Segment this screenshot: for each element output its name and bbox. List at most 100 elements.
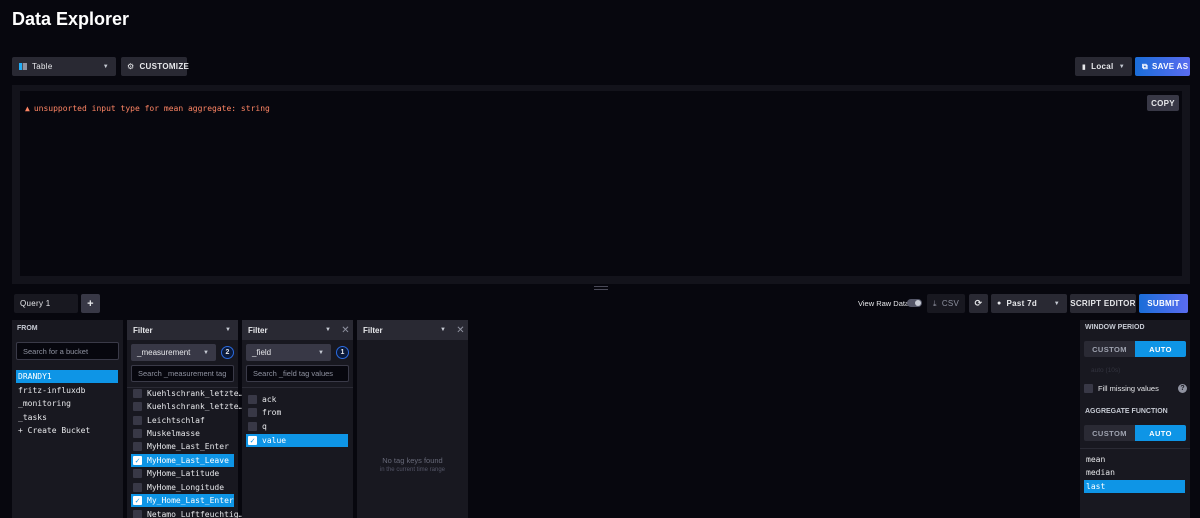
checkbox (248, 408, 257, 417)
aggregate-custom-button[interactable]: CUSTOM (1084, 425, 1135, 441)
tag-value-label: value (262, 436, 287, 445)
tag-value-item[interactable]: Kuehlschrank_letzte… (132, 387, 243, 400)
query-tab[interactable]: Query 1 (14, 294, 78, 313)
aggregate-auto-button[interactable]: AUTO (1135, 425, 1186, 441)
tag-value-item[interactable]: ✓ My_Home_Last_Enter (131, 494, 234, 507)
checkbox (248, 395, 257, 404)
csv-button[interactable]: ⤓ CSV (927, 294, 965, 313)
view-type-label: Table (32, 62, 53, 71)
tag-search-input[interactable]: Search _measurement tag (131, 365, 234, 382)
bucket-search-input[interactable]: Search for a bucket (16, 342, 119, 360)
tag-value-item[interactable]: Leichtschlaf (132, 414, 233, 427)
checkmark-icon: ✓ (133, 456, 142, 465)
query-tab-label: Query 1 (20, 299, 51, 308)
window-period-toggle: CUSTOM AUTO (1084, 341, 1186, 357)
tag-value-label: from (262, 408, 282, 417)
submit-button[interactable]: SUBMIT (1139, 294, 1188, 313)
save-as-button[interactable]: ⧉ SAVE AS (1135, 57, 1190, 76)
filter-panel-field: Filter ▼ ✕ _field ▼ 1 Search _field tag … (242, 320, 353, 518)
function-item[interactable]: mean (1086, 453, 1105, 466)
create-bucket-label: + Create Bucket (18, 426, 91, 435)
tag-search-placeholder: Search _field tag values (253, 369, 334, 378)
tag-value-item[interactable]: ✓ MyHome_Last_Leave (131, 454, 234, 467)
timezone-dropdown[interactable]: ▮ Local ▼ (1075, 57, 1132, 76)
bucket-label: DRANDY1 (18, 372, 52, 381)
page-title: Data Explorer (12, 9, 130, 29)
fill-missing-checkbox[interactable]: Fill missing values (1084, 384, 1159, 393)
copy-button[interactable]: COPY (1147, 95, 1179, 111)
window-auto-button[interactable]: AUTO (1135, 341, 1186, 357)
function-item[interactable]: median (1086, 466, 1115, 479)
window-custom-button[interactable]: CUSTOM (1084, 341, 1135, 357)
tag-value-item[interactable]: q (247, 420, 348, 433)
help-icon[interactable]: ? (1178, 384, 1187, 393)
timezone-label: Local (1091, 62, 1114, 71)
view-raw-toggle[interactable] (907, 299, 922, 307)
filter-panel-measurement: Filter ▼ _measurement ▼ 2 Search _measur… (127, 320, 243, 518)
filter-header-label: Filter (248, 325, 268, 335)
refresh-button[interactable]: ⟳ (969, 294, 988, 313)
tag-search-input[interactable]: Search _field tag values (246, 365, 349, 382)
download-icon: ⤓ (933, 298, 937, 308)
checkbox (133, 469, 142, 478)
bucket-item[interactable]: fritz-influxdb (18, 384, 85, 397)
tag-value-label: Kuehlschrank_letzte… (147, 389, 244, 398)
filter-panel-empty: Filter ▼ ✕ No tag keys found in the curr… (357, 320, 468, 518)
tag-key-dropdown[interactable]: _field ▼ (246, 344, 331, 361)
close-icon[interactable]: ✕ (338, 320, 353, 340)
aggregate-panel: WINDOW PERIOD CUSTOM AUTO auto (10s) Fil… (1080, 320, 1190, 518)
checkmark-icon: ✓ (133, 496, 142, 505)
checkbox (133, 389, 142, 398)
chevron-down-icon: ▼ (1118, 63, 1125, 70)
chevron-down-icon: ▼ (203, 349, 209, 356)
filter-header[interactable]: Filter ▼ (242, 320, 338, 340)
aggregate-function-header: AGGREGATE FUNCTION (1085, 408, 1168, 415)
tag-value-label: MyHome_Last_Leave (147, 456, 229, 465)
tag-value-label: Kuehlschrank_letzte… (147, 402, 244, 411)
filter-header[interactable]: Filter ▼ (357, 320, 453, 340)
bucket-search-placeholder: Search for a bucket (23, 346, 89, 356)
tag-value-item[interactable]: MyHome_Latitude (132, 467, 233, 480)
script-editor-button[interactable]: SCRIPT EDITOR (1070, 294, 1136, 313)
tag-value-label: Netamo_Luftfeuchtig… (147, 510, 244, 518)
tag-value-item[interactable]: Netamo_Luftfeuchtig… (132, 508, 243, 518)
bucket-item[interactable]: _tasks (18, 411, 47, 424)
tag-value-item[interactable]: ✓ value (246, 434, 348, 447)
bucket-item[interactable]: _monitoring (18, 397, 71, 410)
add-query-button[interactable]: + (81, 294, 100, 313)
customize-button[interactable]: ⚙ CUSTOMIZE (121, 57, 189, 76)
divider (242, 387, 353, 388)
time-range-dropdown[interactable]: ● Past 7d ▼ (991, 294, 1067, 313)
tag-value-item[interactable]: from (247, 406, 348, 419)
clock-icon: ● (997, 300, 1002, 307)
empty-state-title: No tag keys found (382, 456, 443, 465)
pin-icon: ▮ (1082, 63, 1087, 71)
function-label: mean (1086, 455, 1106, 464)
create-bucket-link[interactable]: + Create Bucket (18, 424, 90, 437)
tag-value-item[interactable]: MyHome_Longitude (132, 481, 233, 494)
checkbox (248, 422, 257, 431)
checkbox (133, 416, 142, 425)
auto-period-hint: auto (10s) (1091, 367, 1121, 374)
close-icon[interactable]: ✕ (453, 320, 468, 340)
chevron-down-icon: ▼ (440, 327, 446, 333)
tag-value-label: Muskelmasse (147, 429, 200, 438)
csv-label: CSV (941, 299, 960, 308)
table-icon (19, 63, 27, 70)
view-type-dropdown[interactable]: Table ▼ (12, 57, 116, 76)
tag-value-item[interactable]: Kuehlschrank_letzte… (132, 400, 243, 413)
tag-value-item[interactable]: Muskelmasse (132, 427, 233, 440)
checkbox (133, 402, 142, 411)
filter-header[interactable]: Filter ▼ (127, 320, 238, 340)
function-label: median (1086, 468, 1115, 477)
fill-missing-label: Fill missing values (1098, 384, 1159, 393)
tag-key-dropdown[interactable]: _measurement ▼ (131, 344, 216, 361)
filter-header-label: Filter (363, 325, 383, 335)
tag-value-label: q (262, 422, 267, 431)
tag-value-item[interactable]: ack (247, 393, 348, 406)
bucket-item[interactable]: DRANDY1 (16, 370, 118, 383)
resize-handle[interactable] (594, 286, 608, 290)
function-item[interactable]: last (1084, 480, 1185, 493)
save-as-label: SAVE AS (1152, 62, 1189, 71)
tag-value-item[interactable]: MyHome_Last_Enter (132, 440, 233, 453)
